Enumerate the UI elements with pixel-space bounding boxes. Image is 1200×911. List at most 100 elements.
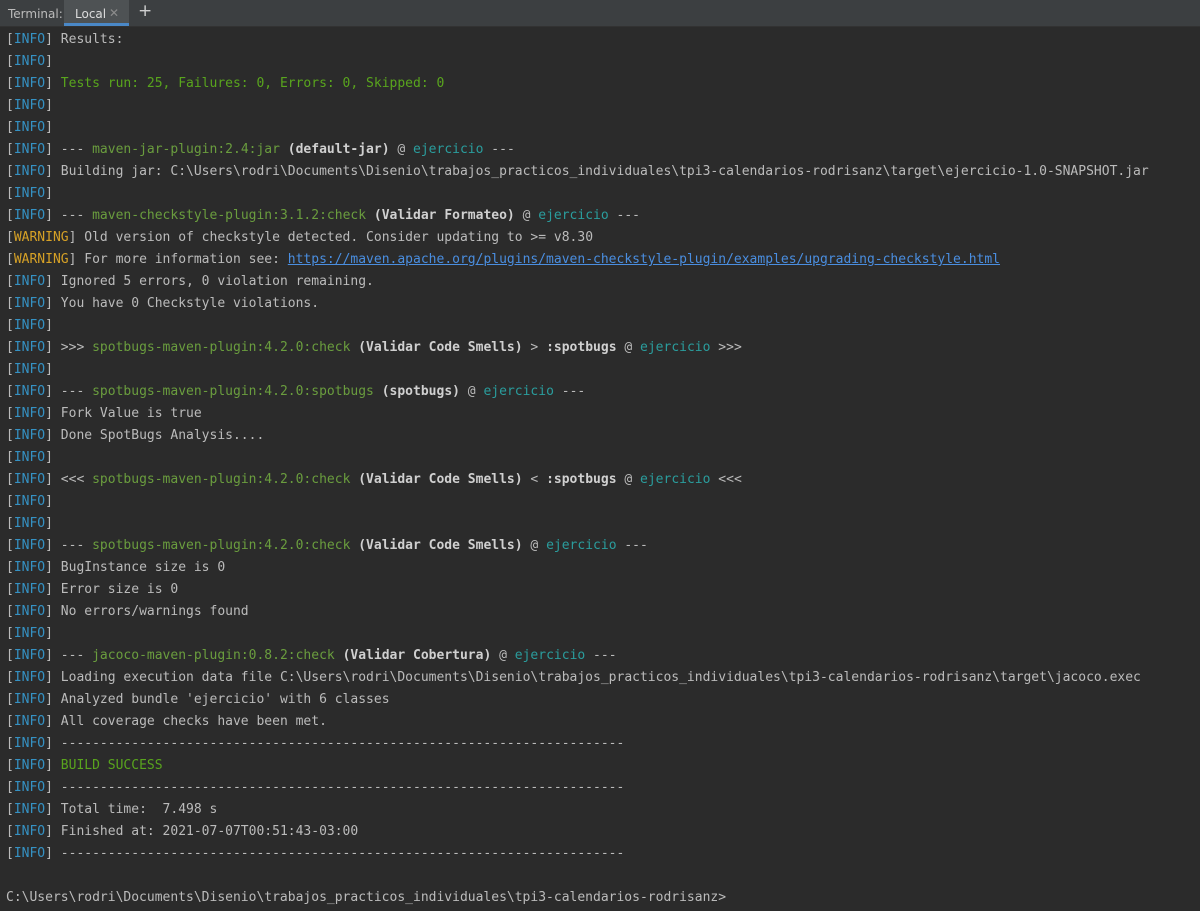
log-bracket: ] — [45, 780, 61, 795]
log-line: [INFO] <<< spotbugs-maven-plugin:4.2.0:c… — [6, 469, 742, 491]
log-text: (spotbugs) — [381, 384, 460, 399]
log-level: INFO — [13, 120, 46, 135]
log-bracket: [ — [6, 186, 14, 201]
log-text: > — [522, 340, 547, 355]
log-bracket: [ — [6, 802, 14, 817]
log-bracket: [ — [6, 714, 14, 729]
log-line: [INFO] Loading execution data file C:\Us… — [6, 667, 1141, 689]
log-text: (Validar Code Smells) — [358, 340, 523, 355]
log-bracket: [ — [6, 736, 14, 751]
log-text: <<< — [710, 472, 742, 487]
log-bracket: ] — [45, 296, 61, 311]
tab-local[interactable]: Local ✕ — [64, 0, 129, 26]
log-line: [INFO] Done SpotBugs Analysis.... — [6, 425, 264, 447]
log-bracket: [ — [6, 120, 14, 135]
log-line: [INFO] ---------------------------------… — [6, 843, 624, 865]
log-bracket: [ — [6, 472, 14, 487]
close-icon[interactable]: ✕ — [109, 6, 119, 20]
log-line: [INFO] >>> spotbugs-maven-plugin:4.2.0:c… — [6, 337, 742, 359]
terminal-output[interactable]: [INFO] Results: [INFO] [INFO] Tests run: … — [0, 27, 1200, 911]
log-level: INFO — [13, 208, 46, 223]
log-line: [INFO] Analyzed bundle 'ejercicio' with … — [6, 689, 390, 711]
log-line: [INFO] ---------------------------------… — [6, 777, 624, 799]
log-level: INFO — [13, 384, 46, 399]
log-bracket: ] — [45, 76, 61, 91]
log-text: ejercicio — [538, 208, 609, 223]
log-line: [INFO] Tests run: 25, Failures: 0, Error… — [6, 73, 444, 95]
log-bracket: ] — [45, 604, 61, 619]
log-bracket: ] — [45, 340, 61, 355]
log-bracket: [ — [6, 164, 14, 179]
log-text: Error size is 0 — [60, 582, 179, 597]
log-text: ejercicio — [413, 142, 484, 157]
log-bracket: [ — [6, 230, 14, 245]
log-level: INFO — [13, 758, 46, 773]
log-line: [INFO] Total time: 7.498 s — [6, 799, 217, 821]
log-level: INFO — [13, 274, 46, 289]
log-text: Fork Value is true — [60, 406, 202, 421]
log-text: maven-jar-plugin:2.4:jar — [92, 142, 280, 157]
log-text: spotbugs-maven-plugin:4.2.0:check — [92, 538, 351, 553]
log-text: Ignored 5 errors, 0 violation remaining. — [60, 274, 374, 289]
log-text: For more information see: — [84, 252, 288, 267]
log-text: Finished at: 2021-07-07T00:51:43-03:00 — [60, 824, 359, 839]
log-bracket: ] — [45, 142, 61, 157]
log-bracket: ] — [45, 736, 61, 751]
log-text: <<< — [60, 472, 93, 487]
log-level: WARNING — [13, 252, 69, 267]
log-level: INFO — [13, 450, 46, 465]
log-line: [INFO] — [6, 513, 61, 535]
log-text: ejercicio — [483, 384, 554, 399]
log-bracket: ] — [45, 384, 61, 399]
log-text: ejercicio — [640, 340, 711, 355]
log-line: [INFO] — [6, 359, 61, 381]
log-bracket: ] — [45, 560, 61, 575]
log-bracket: [ — [6, 846, 14, 861]
log-line: [WARNING] For more information see: http… — [6, 249, 1000, 271]
log-text: You have 0 Checkstyle violations. — [60, 296, 320, 311]
log-bracket: [ — [6, 340, 14, 355]
log-bracket: [ — [6, 318, 14, 333]
log-text: @ — [389, 142, 414, 157]
log-text: --- — [616, 538, 648, 553]
log-level: INFO — [13, 582, 46, 597]
log-text: @ — [491, 648, 515, 663]
log-text: >>> — [710, 340, 742, 355]
log-bracket: [ — [6, 142, 14, 157]
log-line: [INFO] BugInstance size is 0 — [6, 557, 225, 579]
log-level: INFO — [13, 692, 46, 707]
log-bracket: ] — [68, 230, 85, 245]
log-bracket: [ — [6, 824, 14, 839]
log-text: (default-jar) — [287, 142, 390, 157]
log-bracket: [ — [6, 494, 14, 509]
log-line: [INFO] --- spotbugs-maven-plugin:4.2.0:s… — [6, 381, 585, 403]
new-tab-plus-icon[interactable]: + — [138, 3, 152, 20]
log-text: < — [522, 472, 547, 487]
log-bracket: [ — [6, 208, 14, 223]
log-bracket: [ — [6, 692, 14, 707]
log-text: @ — [522, 538, 547, 553]
log-text: jacoco-maven-plugin:0.8.2:check — [92, 648, 335, 663]
log-text: (Validar Formateo) — [373, 208, 515, 223]
log-bracket: [ — [6, 362, 14, 377]
log-text: @ — [616, 340, 641, 355]
log-bracket: ] — [45, 670, 61, 685]
log-text: BugInstance size is 0 — [60, 560, 226, 575]
log-bracket: [ — [6, 450, 14, 465]
log-level: INFO — [13, 186, 46, 201]
log-text: ----------------------------------------… — [60, 846, 625, 861]
log-level: INFO — [13, 340, 46, 355]
documentation-link[interactable]: https://maven.apache.org/plugins/maven-c… — [288, 252, 1000, 267]
command-prompt[interactable]: C:\Users\rodri\Documents\Disenio\trabajo… — [6, 887, 726, 909]
log-text: (Validar Cobertura) — [342, 648, 492, 663]
log-bracket: ] — [45, 186, 61, 201]
log-bracket: ] — [45, 208, 61, 223]
log-text: Results: — [60, 32, 124, 47]
log-bracket: [ — [6, 560, 14, 575]
log-text: spotbugs-maven-plugin:4.2.0:spotbugs — [92, 384, 374, 399]
log-text: :spotbugs — [546, 472, 617, 487]
log-bracket: [ — [6, 296, 14, 311]
log-text: --- — [60, 648, 93, 663]
